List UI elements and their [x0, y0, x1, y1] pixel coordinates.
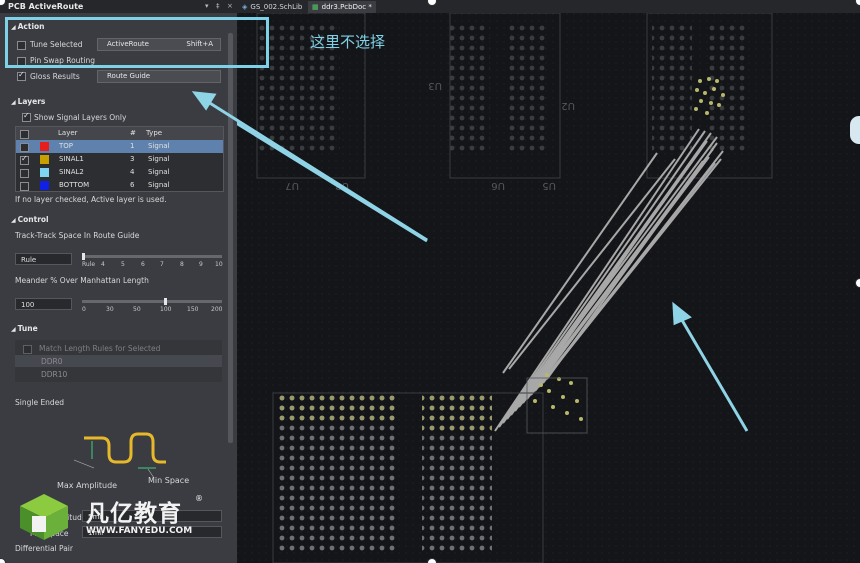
annotation-text: 这里不选择 — [310, 33, 386, 51]
annotation-arrow — [191, 91, 428, 242]
fanyedu-logo-icon — [20, 494, 68, 540]
resize-handle — [427, 558, 437, 563]
registered-mark: ® — [195, 494, 203, 503]
fanyedu-url: WWW.FANYEDU.COM — [86, 526, 193, 536]
highlight-box — [5, 17, 269, 68]
fanyedu-logo-text: 凡亿教育 — [86, 501, 182, 527]
annotation-overlay — [191, 91, 428, 242]
screenshot: PCB ActiveRoute ▾ ‡ × ◢ Action Tune Selec… — [0, 0, 860, 563]
resize-handle — [855, 278, 860, 288]
